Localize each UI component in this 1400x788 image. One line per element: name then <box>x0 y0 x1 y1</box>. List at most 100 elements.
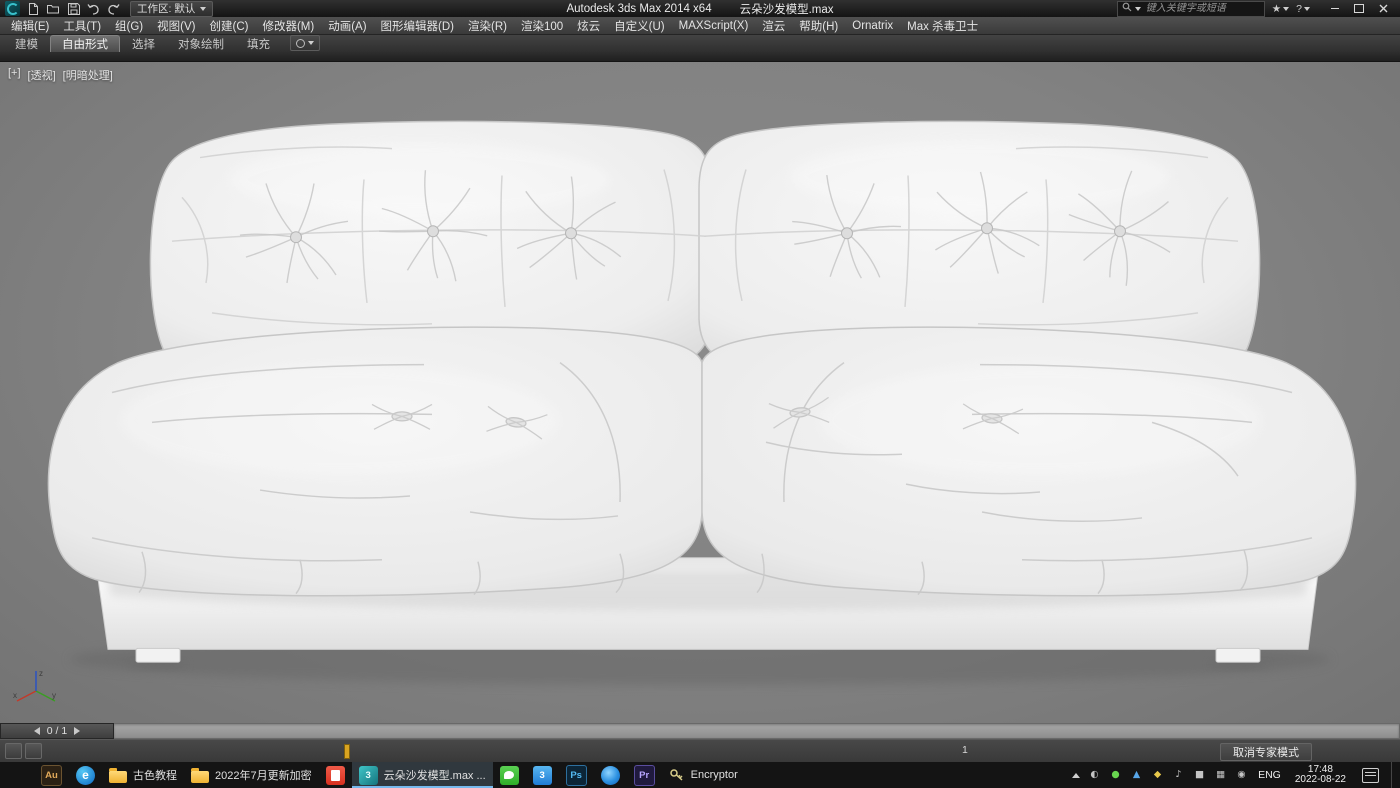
maximize-button[interactable] <box>1347 1 1371 17</box>
favorites-icon[interactable]: ★ <box>1272 3 1289 15</box>
workspace-selector[interactable]: 工作区: 默认 <box>130 1 213 17</box>
next-frame-icon[interactable] <box>74 727 80 735</box>
viewport-pov-menu[interactable]: [透视] <box>28 67 56 83</box>
frame-number-field[interactable]: 0 / 1 <box>0 723 114 739</box>
track-bar-marker[interactable] <box>344 744 350 759</box>
taskbar-encryptor[interactable]: Encryptor <box>662 762 745 788</box>
tray-expand-icon[interactable] <box>1072 773 1080 778</box>
app-title: Autodesk 3ds Max 2014 x64 <box>566 3 711 15</box>
menu-views[interactable]: 视图(V) <box>150 17 202 34</box>
usb-tray-icon[interactable]: ■ <box>1193 770 1206 780</box>
isolate-selection-toggle-icon[interactable] <box>5 743 22 759</box>
tab-modeling[interactable]: 建模 <box>4 36 49 52</box>
action-center-icon[interactable] <box>1362 768 1379 783</box>
edge-browser-icon: e <box>76 766 95 785</box>
menu-maxscript[interactable]: MAXScript(X) <box>672 17 756 34</box>
taskbar-red-app[interactable] <box>319 762 352 788</box>
minimize-button[interactable] <box>1323 1 1347 17</box>
search-scope-chevron-icon[interactable] <box>1135 7 1141 11</box>
search-icon[interactable] <box>1122 2 1132 15</box>
app3-icon: 3 <box>533 766 552 785</box>
viewport-general-menu[interactable]: [+] <box>8 67 21 83</box>
sofa-model[interactable] <box>0 62 1400 723</box>
taskbar-edge[interactable]: e <box>69 762 102 788</box>
selection-lock-toggle-icon[interactable] <box>25 743 42 759</box>
wechat-icon <box>500 766 519 785</box>
taskbar-folder-tutorial[interactable]: 古色教程 <box>102 762 184 788</box>
3dsmax-icon: 3 <box>359 766 378 785</box>
status-toggles <box>0 743 42 759</box>
cloud-tray-icon[interactable]: ◆ <box>1151 770 1164 780</box>
browser-icon <box>601 766 620 785</box>
previous-frame-icon[interactable] <box>34 727 40 735</box>
close-button[interactable] <box>1371 1 1395 17</box>
time-slider-track[interactable] <box>114 723 1400 739</box>
menu-ornatrix[interactable]: Ornatrix <box>845 17 900 34</box>
menu-tools[interactable]: 工具(T) <box>56 17 108 34</box>
quick-access-toolbar <box>26 2 121 16</box>
minimize-icon <box>1331 8 1339 9</box>
taskbar-premiere[interactable]: Pr <box>627 762 662 788</box>
language-indicator[interactable]: ENG <box>1256 769 1283 781</box>
show-desktop-button[interactable] <box>1391 762 1397 788</box>
network-tray-icon[interactable]: ▦ <box>1214 770 1227 780</box>
menu-rendering[interactable]: 渲染(R) <box>461 17 514 34</box>
status-bar: 1 取消专家模式 <box>0 739 1400 762</box>
tab-populate[interactable]: 填充 <box>236 36 281 52</box>
menu-customize[interactable]: 自定义(U) <box>607 17 671 34</box>
music-tray-icon[interactable]: ♪ <box>1172 770 1185 780</box>
folder-icon <box>191 771 209 783</box>
photoshop-icon: Ps <box>566 765 587 786</box>
graphics-tray-icon[interactable]: ◐ <box>1088 770 1101 780</box>
title-bar: 工作区: 默认 Autodesk 3ds Max 2014 x64 云朵沙发模型… <box>0 0 1400 17</box>
menu-antivirus[interactable]: Max 杀毒卫士 <box>900 17 985 34</box>
help-icon[interactable]: ? <box>1296 3 1310 15</box>
workspace-label: 工作区: 默认 <box>137 1 195 16</box>
taskbar-photoshop[interactable]: Ps <box>559 762 594 788</box>
menu-xuanyun-cloud[interactable]: 渲云 <box>755 17 792 34</box>
new-scene-icon[interactable] <box>26 2 41 16</box>
taskbar-wechat[interactable] <box>493 762 526 788</box>
cancel-expert-mode-button[interactable]: 取消专家模式 <box>1220 743 1312 761</box>
menu-modifiers[interactable]: 修改器(M) <box>255 17 321 34</box>
ribbon-collapsed-strip <box>0 52 1400 61</box>
security-tray-icon[interactable]: ▲ <box>1130 770 1143 780</box>
tab-selection[interactable]: 选择 <box>121 36 166 52</box>
taskbar-app3[interactable]: 3 <box>526 762 559 788</box>
menu-edit[interactable]: 编辑(E) <box>4 17 56 34</box>
undo-icon[interactable] <box>86 2 101 16</box>
close-icon <box>1379 4 1388 13</box>
taskbar-audition[interactable]: Au <box>34 762 69 788</box>
wechat-tray-icon[interactable]: ● <box>1109 770 1122 780</box>
save-file-icon[interactable] <box>66 2 81 16</box>
menu-animation[interactable]: 动画(A) <box>321 17 373 34</box>
menu-group[interactable]: 组(G) <box>108 17 150 34</box>
system-tray: ◐ ● ▲ ◆ ♪ ■ ▦ ◉ ENG 17:48 2022-08-22 <box>1072 762 1400 788</box>
viewport-label: [+] [透视] [明暗处理] <box>8 67 113 83</box>
menu-graph-editors[interactable]: 图形编辑器(D) <box>374 17 461 34</box>
menu-help[interactable]: 帮助(H) <box>792 17 845 34</box>
taskbar-folder-update[interactable]: 2022年7月更新加密 <box>184 762 319 788</box>
3dsmax-app-icon[interactable] <box>5 1 20 16</box>
ribbon-minimize-button[interactable] <box>290 35 320 51</box>
svg-text:x: x <box>13 691 17 700</box>
menu-render100[interactable]: 渲染100 <box>514 17 570 34</box>
chevron-down-icon <box>200 7 206 11</box>
viewport-shading-menu[interactable]: [明暗处理] <box>63 67 113 83</box>
volume-tray-icon[interactable]: ◉ <box>1235 770 1248 780</box>
search-input[interactable] <box>1144 2 1260 15</box>
clock-date: 2022-08-22 <box>1295 775 1346 786</box>
taskbar-3dsmax-document[interactable]: 3 云朵沙发模型.max ... <box>352 762 493 788</box>
redo-icon[interactable] <box>106 2 121 16</box>
svg-text:y: y <box>52 691 56 700</box>
open-file-icon[interactable] <box>46 2 61 16</box>
clock[interactable]: 17:48 2022-08-22 <box>1291 765 1350 786</box>
tab-freeform[interactable]: 自由形式 <box>50 35 120 52</box>
sofa-seat-cushions[interactable] <box>48 327 1355 596</box>
menu-xuanyun[interactable]: 炫云 <box>570 17 607 34</box>
perspective-viewport[interactable]: [+] [透视] [明暗处理] x y z <box>0 61 1400 723</box>
taskbar-browser[interactable] <box>594 762 627 788</box>
menu-create[interactable]: 创建(C) <box>202 17 255 34</box>
frame-indicator: 0 / 1 <box>47 725 67 737</box>
tab-object-paint[interactable]: 对象绘制 <box>167 36 235 52</box>
